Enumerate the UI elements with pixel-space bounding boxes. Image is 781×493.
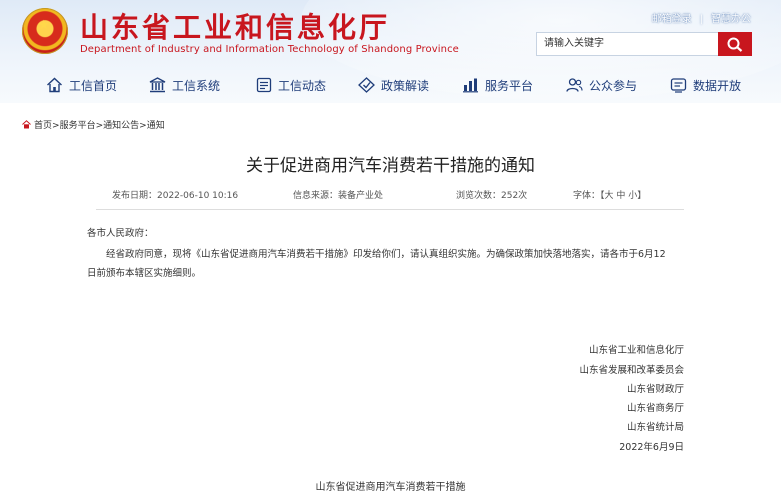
nav-label: 工信首页	[69, 78, 118, 93]
top-links: 邮箱登录 | 智慧办公	[652, 10, 751, 25]
breadcrumb-separator: >	[139, 121, 147, 131]
paragraph-line-1: 经省政府同意，现将《山东省促进商用汽车消费若干措施》印发给你们，请认真组织实施。…	[106, 249, 666, 260]
publish-date: 发布日期：2022-06-10 10:16	[112, 191, 239, 201]
search-button[interactable]	[718, 32, 752, 56]
signatory: 山东省商务厅	[626, 403, 684, 414]
home-icon	[22, 120, 31, 129]
breadcrumb-notices[interactable]: 通知公告	[103, 121, 139, 131]
nav-label: 公众参与	[589, 78, 638, 93]
nav-item-news[interactable]: 工信动态	[256, 70, 326, 100]
article-title: 关于促进商用汽车消费若干措施的通知	[246, 156, 535, 176]
signatory: 山东省财政厅	[626, 384, 684, 395]
breadcrumb-separator: >	[52, 121, 60, 131]
nav-label: 数据开放	[693, 78, 742, 93]
link-separator: |	[699, 14, 703, 25]
signatory: 山东省工业和信息化厅	[588, 345, 684, 356]
nav-item-public[interactable]: 公众参与	[566, 70, 637, 100]
breadcrumb: 首页>服务平台>通知公告>通知	[22, 118, 165, 131]
nav-item-system[interactable]: 工信系统	[149, 70, 220, 100]
salutation: 各市人民政府：	[87, 228, 154, 239]
signatory: 山东省统计局	[626, 422, 684, 433]
nav-label: 政策解读	[381, 78, 430, 93]
nav-item-home[interactable]: 工信首页	[46, 70, 117, 100]
nav-item-data[interactable]: 数据开放	[670, 70, 741, 100]
breadcrumb-service[interactable]: 服务平台	[60, 121, 96, 131]
home-icon	[47, 77, 62, 93]
view-count: 浏览次数：252次	[456, 191, 528, 201]
data-icon	[670, 78, 687, 93]
main-nav: 工信首页 工信系统 工信动态 政策解读 服务平台 公众参与 数据开放	[0, 70, 781, 100]
smart-office-link[interactable]: 智慧办公	[711, 14, 751, 25]
user-icon	[566, 78, 583, 92]
sign-date: 2022年6月9日	[619, 442, 684, 453]
nav-label: 服务平台	[485, 78, 534, 93]
divider	[96, 209, 684, 210]
nav-item-service[interactable]: 服务平台	[462, 70, 533, 100]
nav-label: 工信动态	[278, 78, 327, 93]
nav-item-policy[interactable]: 政策解读	[358, 70, 429, 100]
site-subtitle: Department of Industry and Information T…	[80, 44, 459, 55]
breadcrumb-home[interactable]: 首页	[34, 121, 52, 131]
signatory: 山东省发展和改革委员会	[579, 365, 684, 376]
email-login-link[interactable]: 邮箱登录	[652, 14, 692, 25]
search-icon	[727, 37, 743, 52]
breadcrumb-current[interactable]: 通知	[147, 121, 165, 131]
font-size-control[interactable]: 字体：【大 中 小】	[573, 188, 646, 201]
emblem-icon: ★	[22, 8, 68, 54]
building-icon	[149, 77, 166, 93]
search-input[interactable]	[537, 33, 716, 53]
nav-label: 工信系统	[172, 78, 221, 93]
news-icon	[256, 77, 272, 93]
info-source: 信息来源：装备产业处	[293, 191, 384, 201]
search-box	[536, 32, 752, 56]
chart-icon	[463, 78, 478, 93]
paragraph-line-2: 日前颁布本辖区实施细则。	[87, 268, 202, 279]
breadcrumb-separator: >	[95, 121, 104, 131]
site-title[interactable]: 山东省工业和信息化厅	[80, 6, 390, 46]
policy-icon	[358, 77, 375, 93]
site-header: ★ 山东省工业和信息化厅 Department of Industry and …	[0, 0, 781, 103]
